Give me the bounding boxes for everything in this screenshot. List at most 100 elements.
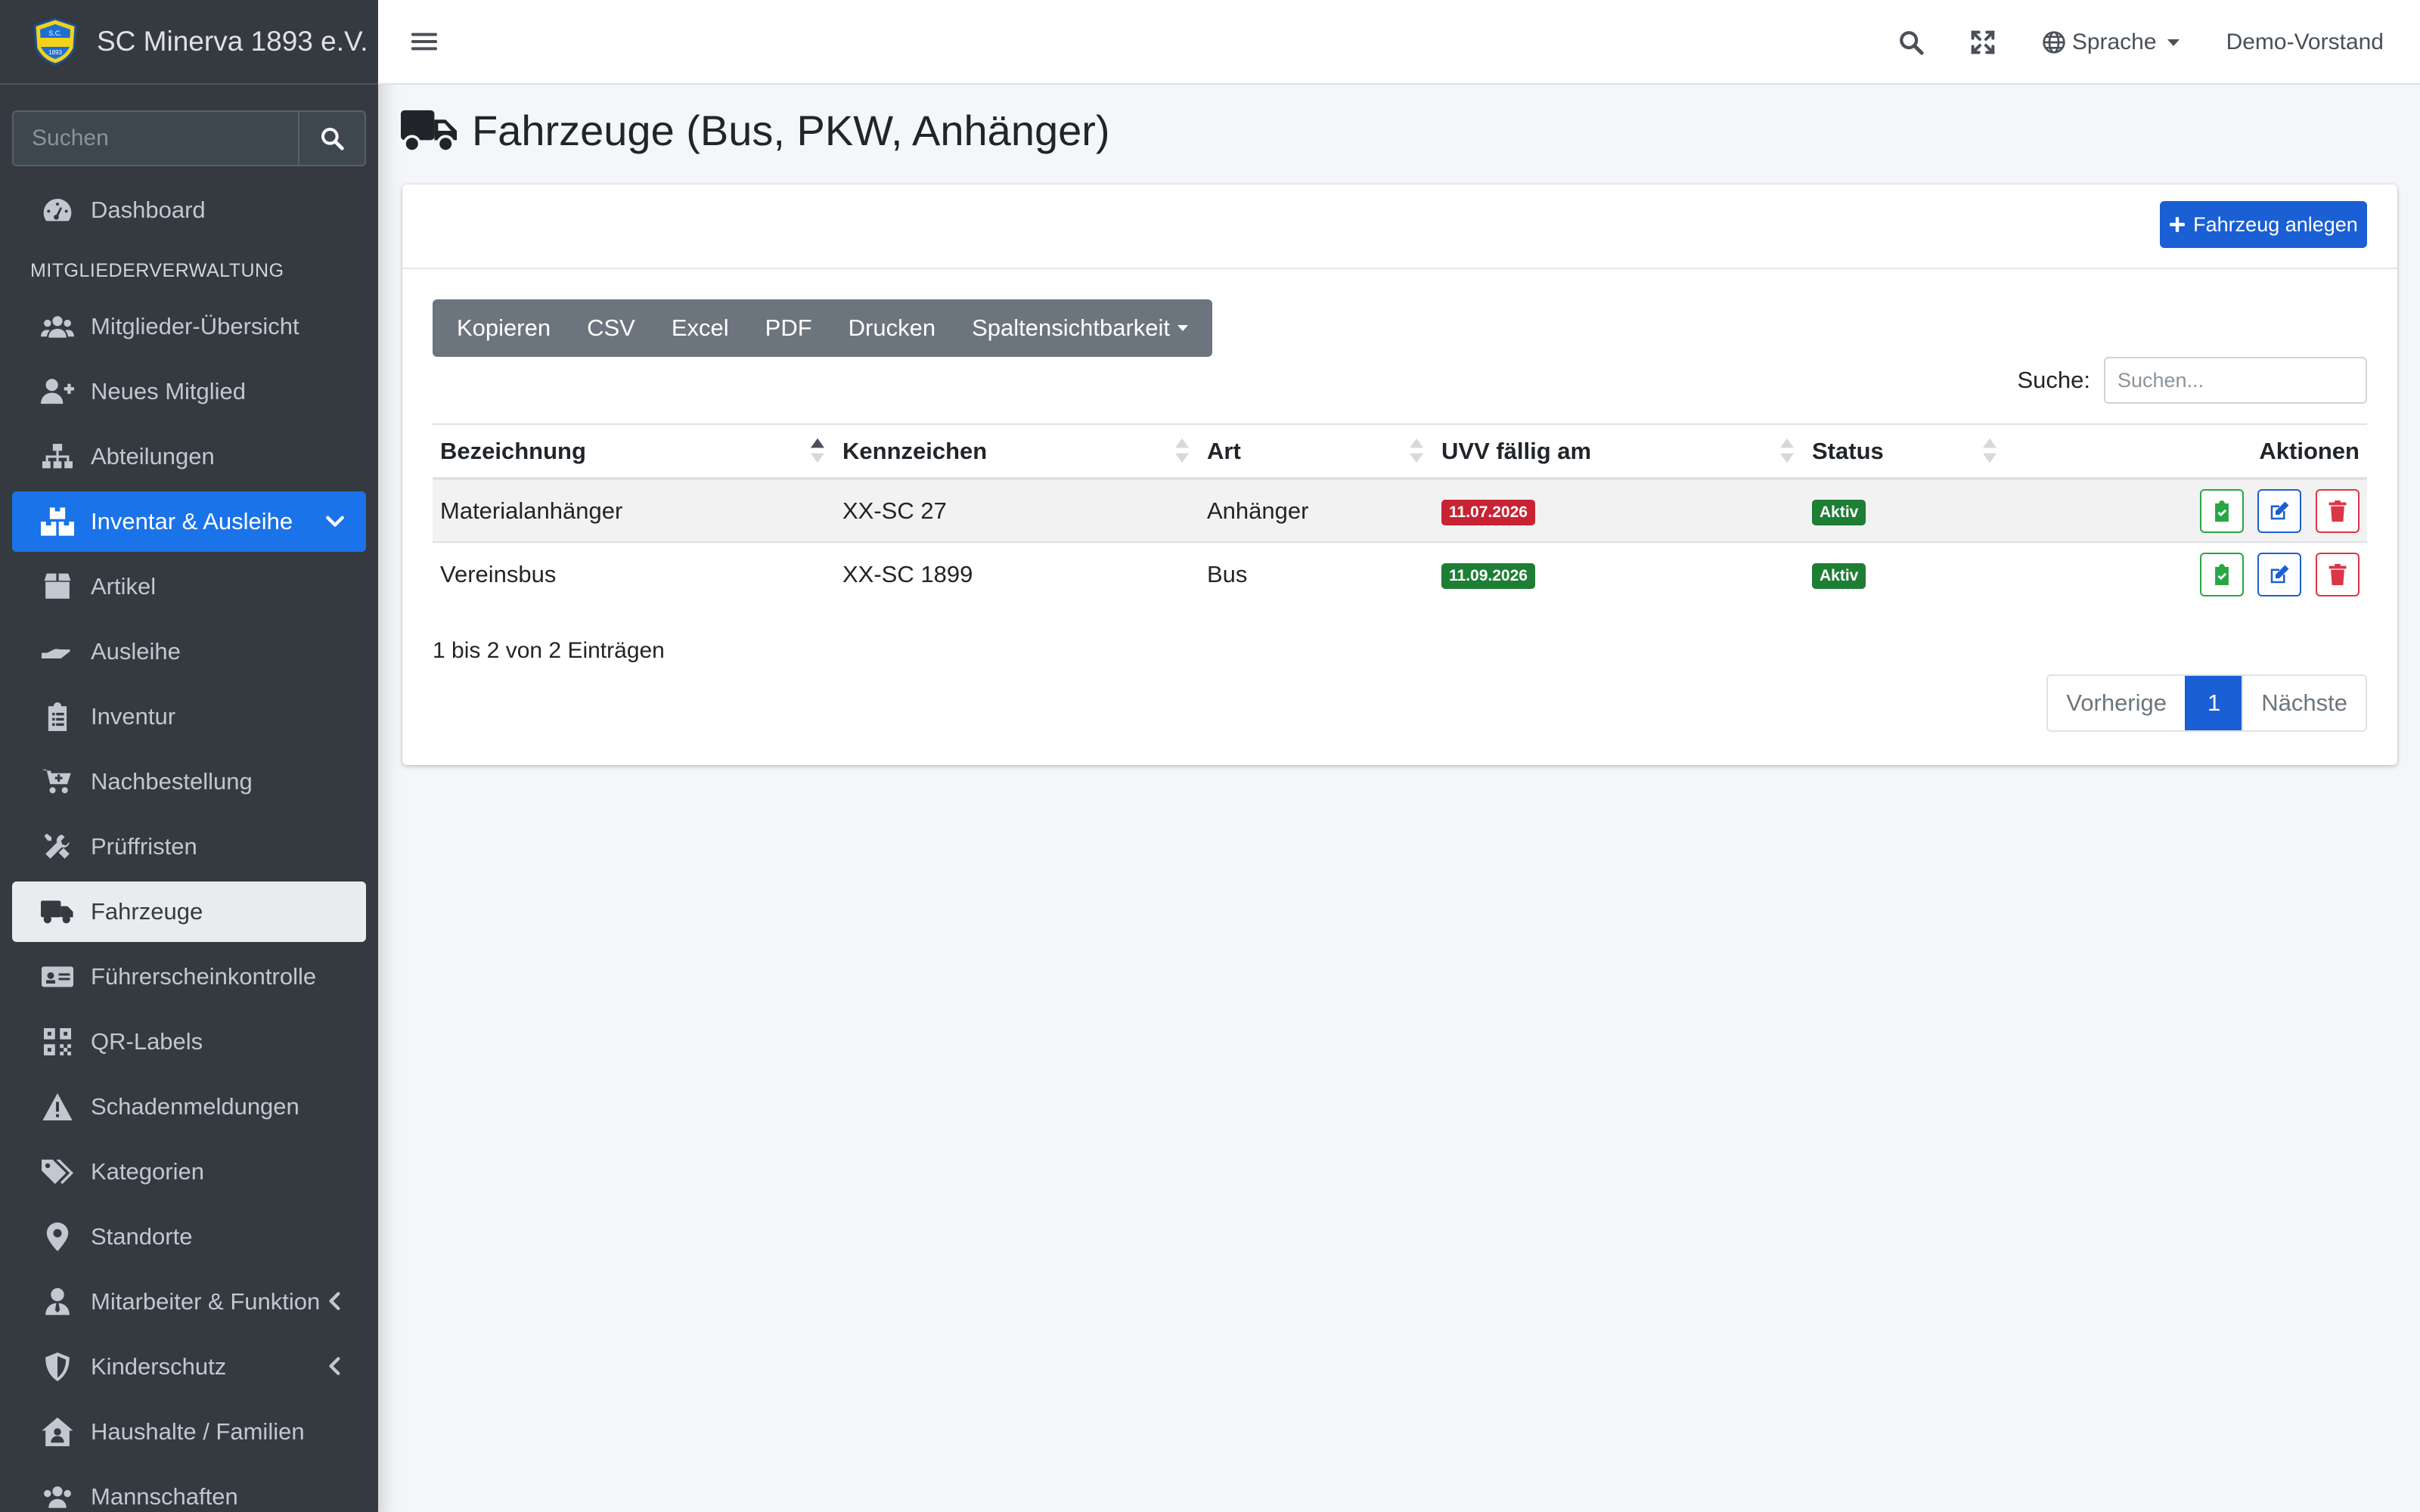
inspection-button[interactable] <box>2199 552 2244 596</box>
pagination-page-1[interactable]: 1 <box>2185 676 2242 730</box>
delete-button[interactable] <box>2316 552 2360 596</box>
column-label: UVV fällig am <box>1441 437 1592 464</box>
excel-button[interactable]: Excel <box>653 299 747 357</box>
sort-icon <box>1780 438 1794 463</box>
sidebar-item-label: Fahrzeuge <box>91 898 203 925</box>
brand-name: SC Minerva 1893 e.V. <box>97 26 368 57</box>
add-vehicle-button[interactable]: Fahrzeug anlegen <box>2160 201 2367 248</box>
cart-plus-icon <box>39 767 76 797</box>
sidebar-item-mannschaften[interactable]: Mannschaften <box>12 1467 366 1512</box>
column-header-aktionen: Aktionen <box>2007 423 2367 480</box>
pagination: Vorherige 1 Nächste <box>2046 674 2367 732</box>
column-header-uvv[interactable]: UVV fällig am <box>1434 423 1804 480</box>
box-icon <box>39 572 76 602</box>
edit-button[interactable] <box>2257 488 2302 533</box>
navbar-search-button[interactable] <box>1898 29 1924 55</box>
menu-toggle-icon[interactable] <box>411 30 437 53</box>
sidebar-item-abteilungen[interactable]: Abteilungen <box>12 426 366 487</box>
sidebar-item-inventar-ausleihe[interactable]: Inventar & Ausleihe <box>12 491 366 552</box>
print-button[interactable]: Drucken <box>830 299 954 357</box>
language-label: Sprache <box>2071 29 2157 54</box>
sidebar-item-kategorien[interactable]: Kategorien <box>12 1142 366 1202</box>
column-visibility-button[interactable]: Spaltensichtbarkeit <box>954 299 1206 357</box>
cell-art: Bus <box>1199 541 1434 606</box>
sidebar-item-kinderschutz[interactable]: Kinderschutz <box>12 1337 366 1397</box>
sidebar-item-neues-mitglied[interactable]: Neues Mitglied <box>12 361 366 422</box>
sidebar-item-fuehrerscheinkontrolle[interactable]: Führerscheinkontrolle <box>12 947 366 1007</box>
search-icon <box>1899 31 1924 55</box>
trash-icon <box>2328 500 2347 522</box>
sitemap-icon <box>39 442 76 472</box>
column-header-bezeichnung[interactable]: Bezeichnung <box>433 423 835 480</box>
csv-button[interactable]: CSV <box>569 299 653 357</box>
sidebar-item-inventur[interactable]: Inventur <box>12 686 366 747</box>
users-icon <box>39 311 76 342</box>
user-plus-icon <box>39 376 76 407</box>
trash-icon <box>2328 563 2347 585</box>
navbar-right: Sprache Demo-Vorstand <box>1851 0 2384 85</box>
chevron-left-icon <box>329 1357 340 1375</box>
sidebar-item-label: QR-Labels <box>91 1028 203 1055</box>
tags-icon <box>39 1157 76 1187</box>
pagination-prev[interactable]: Vorherige <box>2048 676 2186 730</box>
column-header-status[interactable]: Status <box>1804 423 2007 480</box>
column-header-kennzeichen[interactable]: Kennzeichen <box>835 423 1199 480</box>
table-info: 1 bis 2 von 2 Einträgen <box>433 638 665 663</box>
page-title: Fahrzeuge (Bus, PKW, Anhänger) <box>472 107 1110 154</box>
sidebar-item-label: Schadenmeldungen <box>91 1093 299 1120</box>
sort-icon <box>1410 438 1423 463</box>
inspection-button[interactable] <box>2199 488 2244 533</box>
cell-bezeichnung: Materialanhänger <box>433 478 835 542</box>
sidebar-item-label: Mannschaften <box>91 1483 238 1510</box>
sidebar-item-standorte[interactable]: Standorte <box>12 1207 366 1267</box>
sidebar-item-mitglieder-uebersicht[interactable]: Mitglieder-Übersicht <box>12 296 366 357</box>
column-header-art[interactable]: Art <box>1199 423 1434 480</box>
sidebar-item-label: Prüffristen <box>91 833 197 860</box>
pagination-next[interactable]: Nächste <box>2242 676 2366 730</box>
house-user-icon <box>39 1417 76 1447</box>
sidebar-search-button[interactable] <box>298 110 366 166</box>
sidebar-item-mitarbeiter-funktion[interactable]: Mitarbeiter & Funktion <box>12 1272 366 1332</box>
truck-icon <box>401 110 457 153</box>
table-filter-input[interactable]: Suchen... <box>2104 357 2367 404</box>
cell-bezeichnung: Vereinsbus <box>433 541 835 606</box>
sidebar-item-prueffristen[interactable]: Prüffristen <box>12 816 366 877</box>
sidebar-item-qr-labels[interactable]: QR-Labels <box>12 1012 366 1072</box>
sidebar-search: Suchen <box>12 110 366 166</box>
delete-button[interactable] <box>2316 488 2360 533</box>
brand-link[interactable]: S.C. 1893 SC Minerva 1893 e.V. <box>0 0 378 85</box>
top-navbar: Sprache Demo-Vorstand <box>378 0 2420 85</box>
user-tie-icon <box>39 1287 76 1317</box>
warning-icon <box>39 1092 76 1122</box>
sidebar-item-nachbestellung[interactable]: Nachbestellung <box>12 751 366 812</box>
sidebar-item-label: Abteilungen <box>91 443 215 469</box>
sort-asc-icon <box>811 438 824 463</box>
vehicles-table: Bezeichnung Kennzeichen Art UVV fällig a… <box>433 423 2367 606</box>
column-label: Bezeichnung <box>440 437 586 464</box>
caret-down-icon <box>2167 39 2180 46</box>
sidebar-item-fahrzeuge[interactable]: Fahrzeuge <box>12 881 366 942</box>
sidebar-item-schadenmeldungen[interactable]: Schadenmeldungen <box>12 1077 366 1137</box>
sidebar-item-artikel[interactable]: Artikel <box>12 556 366 617</box>
sidebar-item-haushalte-familien[interactable]: Haushalte / Familien <box>12 1402 366 1462</box>
cell-kennzeichen: XX-SC 1899 <box>835 541 1199 606</box>
export-button-group: Kopieren CSV Excel PDF Drucken Spaltensi… <box>433 299 1213 357</box>
sidebar-search-input[interactable]: Suchen <box>12 110 298 166</box>
sidebar-item-label: Kinderschutz <box>91 1353 227 1380</box>
cell-actions <box>2007 541 2367 606</box>
cell-actions <box>2007 478 2367 542</box>
cell-kennzeichen: XX-SC 27 <box>835 478 1199 542</box>
pdf-button[interactable]: PDF <box>747 299 830 357</box>
edit-button[interactable] <box>2257 552 2302 596</box>
cell-uvv: 11.07.2026 <box>1434 478 1804 542</box>
qrcode-icon <box>39 1027 76 1057</box>
sidebar-item-dashboard[interactable]: Dashboard <box>12 180 366 240</box>
fullscreen-button[interactable] <box>1971 30 1995 54</box>
copy-button[interactable]: Kopieren <box>439 299 569 357</box>
sidebar-item-label: Inventar & Ausleihe <box>91 508 293 534</box>
chevron-left-icon <box>329 1292 340 1310</box>
sidebar-item-ausleihe[interactable]: Ausleihe <box>12 621 366 682</box>
language-dropdown[interactable]: Sprache <box>2042 29 2180 55</box>
table-header-row: Bezeichnung Kennzeichen Art UVV fällig a… <box>433 423 2367 480</box>
user-menu[interactable]: Demo-Vorstand <box>2226 29 2384 55</box>
